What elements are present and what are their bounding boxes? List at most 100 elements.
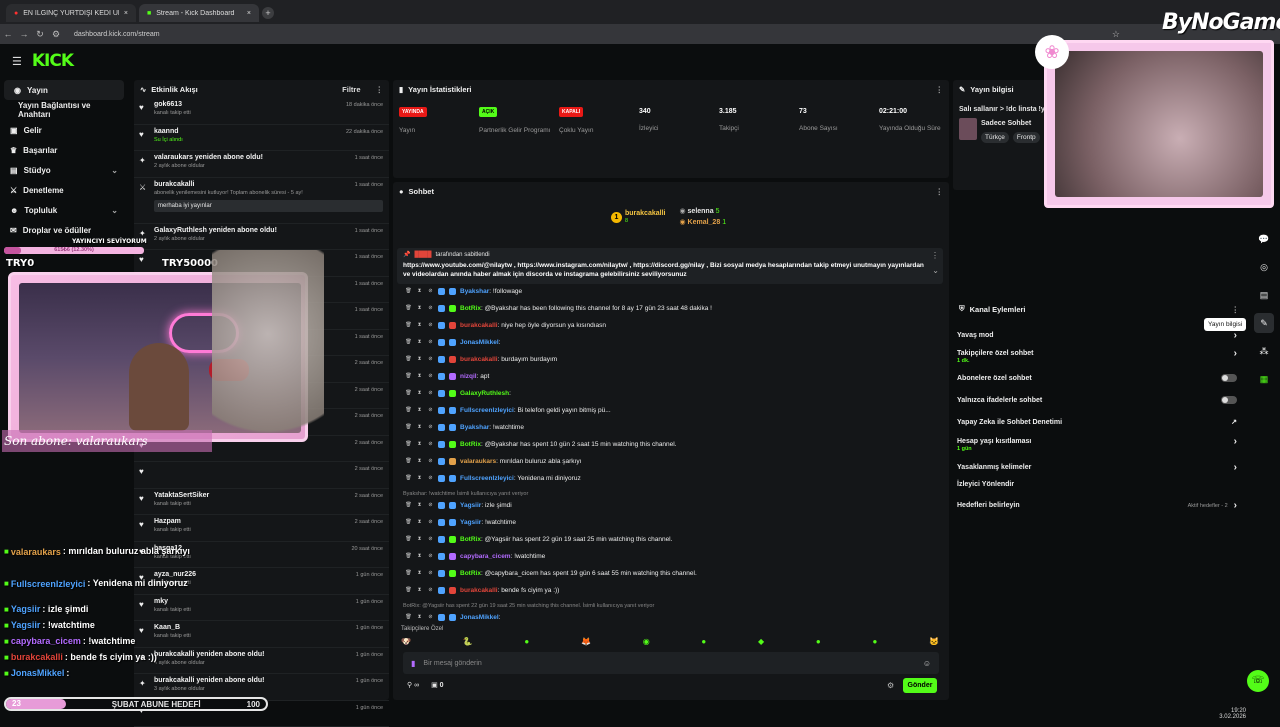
chat-message[interactable]: 🗑⧗⊘BotRix: @Byakshar has been following …	[405, 300, 712, 316]
emote-icon[interactable]: ◉	[643, 637, 650, 646]
ban-icon[interactable]: ⊘	[427, 407, 434, 414]
ban-icon[interactable]: ⊘	[427, 502, 434, 509]
delete-icon[interactable]: 🗑	[405, 305, 412, 312]
new-tab-button[interactable]: +	[262, 7, 274, 19]
chat-username[interactable]: burakcakalli	[460, 587, 498, 594]
ban-icon[interactable]: ⊘	[427, 390, 434, 397]
timeout-icon[interactable]: ⧗	[416, 373, 423, 380]
close-icon[interactable]: ×	[247, 10, 251, 17]
back-icon[interactable]: ←	[0, 29, 16, 39]
link-icon[interactable]: ⚲ ∞	[407, 681, 419, 689]
delete-icon[interactable]: 🗑	[405, 614, 412, 621]
ban-icon[interactable]: ⊘	[427, 553, 434, 560]
chat-message[interactable]: 🗑⧗⊘nizqil: apt	[405, 368, 489, 384]
ban-icon[interactable]: ⊘	[427, 356, 434, 363]
forward-icon[interactable]: →	[16, 29, 32, 39]
sidebar-item-topluluk[interactable]: ☻Topluluk⌄	[0, 200, 128, 220]
chat-input[interactable]: ▮ Bir mesaj gönderin ☺	[403, 652, 939, 674]
sidebar-item-gelir[interactable]: ▣Gelir	[0, 120, 128, 140]
delete-icon[interactable]: 🗑	[405, 536, 412, 543]
reload-icon[interactable]: ↻	[32, 29, 48, 40]
ban-icon[interactable]: ⊘	[427, 339, 434, 346]
chat-username[interactable]: GalaxyRuthlesh	[460, 390, 509, 397]
chat-username[interactable]: burakcakalli	[460, 322, 498, 329]
sidebar-item-studyo[interactable]: ▤Stüdyo⌄	[0, 160, 128, 180]
channel-action-row[interactable]: Hedefleri belirleyinAktif hedefler - 2›	[957, 500, 1237, 511]
chat-username[interactable]: Byakshar	[460, 424, 489, 431]
chat-message[interactable]: 🗑⧗⊘JonasMikkel:	[405, 334, 500, 350]
timeout-icon[interactable]: ⧗	[416, 288, 423, 295]
ban-icon[interactable]: ⊘	[427, 373, 434, 380]
external-link-icon[interactable]: ↗	[1231, 418, 1237, 426]
timeout-icon[interactable]: ⧗	[416, 553, 423, 560]
timeout-icon[interactable]: ⧗	[416, 536, 423, 543]
more-options-icon[interactable]: ⋮	[376, 85, 384, 94]
chat-username[interactable]: Yagsiir	[460, 519, 481, 526]
ban-icon[interactable]: ⊘	[427, 587, 434, 594]
chat-username[interactable]: BotRix	[460, 441, 481, 448]
chat-username[interactable]: FullscreenIzleyici	[460, 407, 514, 414]
chat-message[interactable]: 🗑⧗⊘BotRix: @Yagsiir has spent 22 gün 19 …	[405, 531, 672, 547]
chat-message[interactable]: 🗑⧗⊘BotRix: @capybara_cicem has spent 19 …	[405, 565, 697, 581]
more-options-icon[interactable]: ⋮	[936, 85, 944, 94]
chat-username[interactable]: capybara_cicem	[460, 553, 511, 560]
stats-toggle-icon[interactable]: ◎	[1254, 257, 1274, 277]
timeout-icon[interactable]: ⧗	[416, 424, 423, 431]
delete-icon[interactable]: 🗑	[405, 502, 412, 509]
feed-item[interactable]: ⚔burakcakalliabonelik yenilemesini kutlu…	[134, 178, 389, 224]
chat-username[interactable]: JonasMikkel	[460, 614, 499, 621]
timeout-icon[interactable]: ⧗	[416, 390, 423, 397]
ban-icon[interactable]: ⊘	[427, 614, 434, 621]
chevron-down-icon[interactable]: ⌄	[932, 266, 939, 275]
feed-item[interactable]: ♥mkykanalı takip etti1 gün önce	[134, 595, 389, 622]
more-options-icon[interactable]: ⋮	[1232, 305, 1240, 314]
channel-action-row[interactable]: Hesap yaşı kısıtlaması1 gün›	[957, 436, 1237, 447]
top-gifter-2[interactable]: ◉ selenna 5	[679, 206, 726, 217]
sidebar-item-stream-key[interactable]: Yayın Bağlantısı ve Anahtarı	[0, 100, 128, 120]
chat-message[interactable]: 🗑⧗⊘Yagsiir: !watchtime	[405, 514, 516, 530]
chat-username[interactable]: Byakshar	[460, 288, 489, 295]
feed-item[interactable]: ♥kaanndSu İçi alındı22 dakika önce	[134, 125, 389, 152]
ban-icon[interactable]: ⊘	[427, 570, 434, 577]
feed-item[interactable]: ♥2 saat önce	[134, 462, 389, 489]
emote-icon[interactable]: ◆	[758, 637, 764, 646]
ban-icon[interactable]: ⊘	[427, 288, 434, 295]
chat-username[interactable]: BotRix	[460, 536, 481, 543]
url-field[interactable]: dashboard.kick.com/stream	[74, 31, 160, 38]
send-button[interactable]: Gönder	[903, 678, 937, 693]
emote-icon[interactable]: 🐍	[463, 637, 473, 646]
timeout-icon[interactable]: ⧗	[416, 519, 423, 526]
chevron-right-icon[interactable]: ›	[1234, 500, 1237, 511]
chat-message[interactable]: 🗑⧗⊘BotRix: @Byakshar has spent 10 gün 2 …	[405, 436, 677, 452]
channel-action-row[interactable]: Yasaklanmış kelimeler›	[957, 462, 1237, 473]
channel-action-row[interactable]: Yavaş mod›	[957, 330, 1237, 341]
feed-item[interactable]: ✦burakcakalli yeniden abone oldu!4 aylık…	[134, 648, 389, 675]
ban-icon[interactable]: ⊘	[427, 322, 434, 329]
sidebar-item-droplar[interactable]: ✉Droplar ve ödüller	[0, 220, 128, 240]
ban-icon[interactable]: ⊘	[427, 424, 434, 431]
chat-message[interactable]: 🗑⧗⊘GalaxyRuthlesh:	[405, 385, 511, 401]
emote-icon[interactable]: 🐱	[929, 637, 939, 646]
ban-icon[interactable]: ⊘	[427, 475, 434, 482]
sidebar-item-yayin[interactable]: ◉Yayın	[4, 80, 124, 100]
ban-icon[interactable]: ⊘	[427, 519, 434, 526]
timeout-icon[interactable]: ⧗	[416, 587, 423, 594]
toggle-switch[interactable]	[1221, 374, 1237, 382]
feed-item[interactable]: ✦valaraukars yeniden abone oldu!2 aylık …	[134, 151, 389, 178]
timeout-icon[interactable]: ⧗	[416, 407, 423, 414]
kick-logo[interactable]: KICK	[32, 51, 73, 71]
chat-username[interactable]: FullscreenIzleyici	[460, 475, 514, 482]
chat-username[interactable]: BotRix	[460, 570, 481, 577]
timeout-icon[interactable]: ⧗	[416, 570, 423, 577]
timeout-icon[interactable]: ⧗	[416, 614, 423, 621]
chevron-down-icon[interactable]: ⌄	[111, 206, 118, 215]
tag[interactable]: Türkçe	[981, 132, 1009, 143]
chat-username[interactable]: Yagsiir	[460, 502, 481, 509]
wrench-icon[interactable]: ✎	[1254, 313, 1274, 333]
chat-toggle-icon[interactable]: 💬	[1254, 229, 1274, 249]
top-gifter-3[interactable]: ◉ Kemal_28 1	[679, 217, 726, 228]
feed-item[interactable]: ♥Hazpamkanalı takip etti2 saat önce	[134, 515, 389, 542]
delete-icon[interactable]: 🗑	[405, 373, 412, 380]
category-name[interactable]: Sadece Sohbet	[981, 120, 1031, 127]
chat-message[interactable]: 🗑⧗⊘burakcakalli: burdayım burdayım	[405, 351, 557, 367]
